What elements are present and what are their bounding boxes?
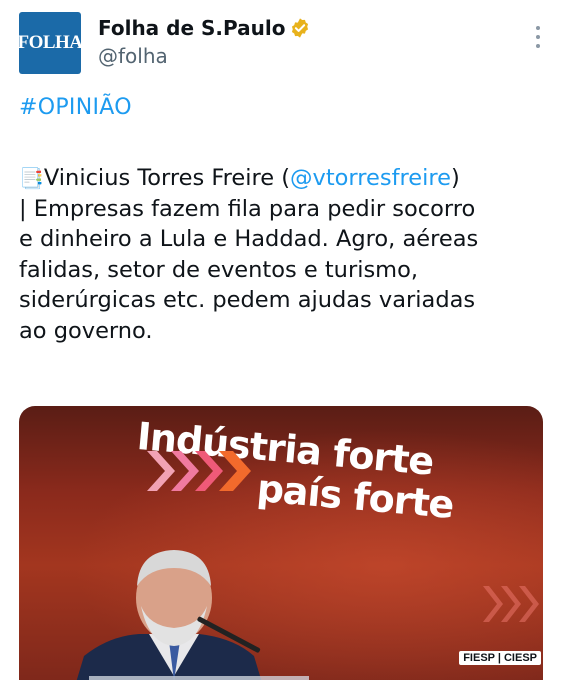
user-handle[interactable]: @folha: [98, 43, 168, 69]
hashtag-link[interactable]: #OPINIÃO: [19, 93, 132, 123]
avatar-label: FOLHA: [17, 32, 83, 53]
name-row: Folha de S.Paulo: [98, 15, 311, 41]
tweet-body: | Empresas fazem fila para pedir socorro…: [19, 195, 479, 344]
tweet-text: 📑Vinicius Torres Freire (@vtorresfreire)…: [19, 163, 549, 347]
chevrons-faint-icon: [483, 586, 539, 622]
speaker-figure: [76, 550, 309, 680]
display-name[interactable]: Folha de S.Paulo: [98, 15, 285, 41]
more-options-icon[interactable]: [529, 26, 547, 48]
memo-icon: 📑: [19, 166, 44, 190]
author-close-text: ): [450, 165, 460, 191]
chevrons-icon: [147, 451, 251, 491]
author-text: Vinicius Torres Freire (: [43, 165, 291, 191]
tweet-header: FOLHA Folha de S.Paulo @folha: [17, 12, 549, 76]
mention-link[interactable]: @vtorresfreire: [290, 165, 451, 191]
verified-badge-icon: [292, 18, 309, 38]
avatar[interactable]: FOLHA: [17, 12, 83, 74]
sponsor-logo: FIESP | CIESP: [459, 651, 541, 665]
tweet-image[interactable]: Indústria forte país forte FIESP | CIESP: [19, 406, 543, 680]
